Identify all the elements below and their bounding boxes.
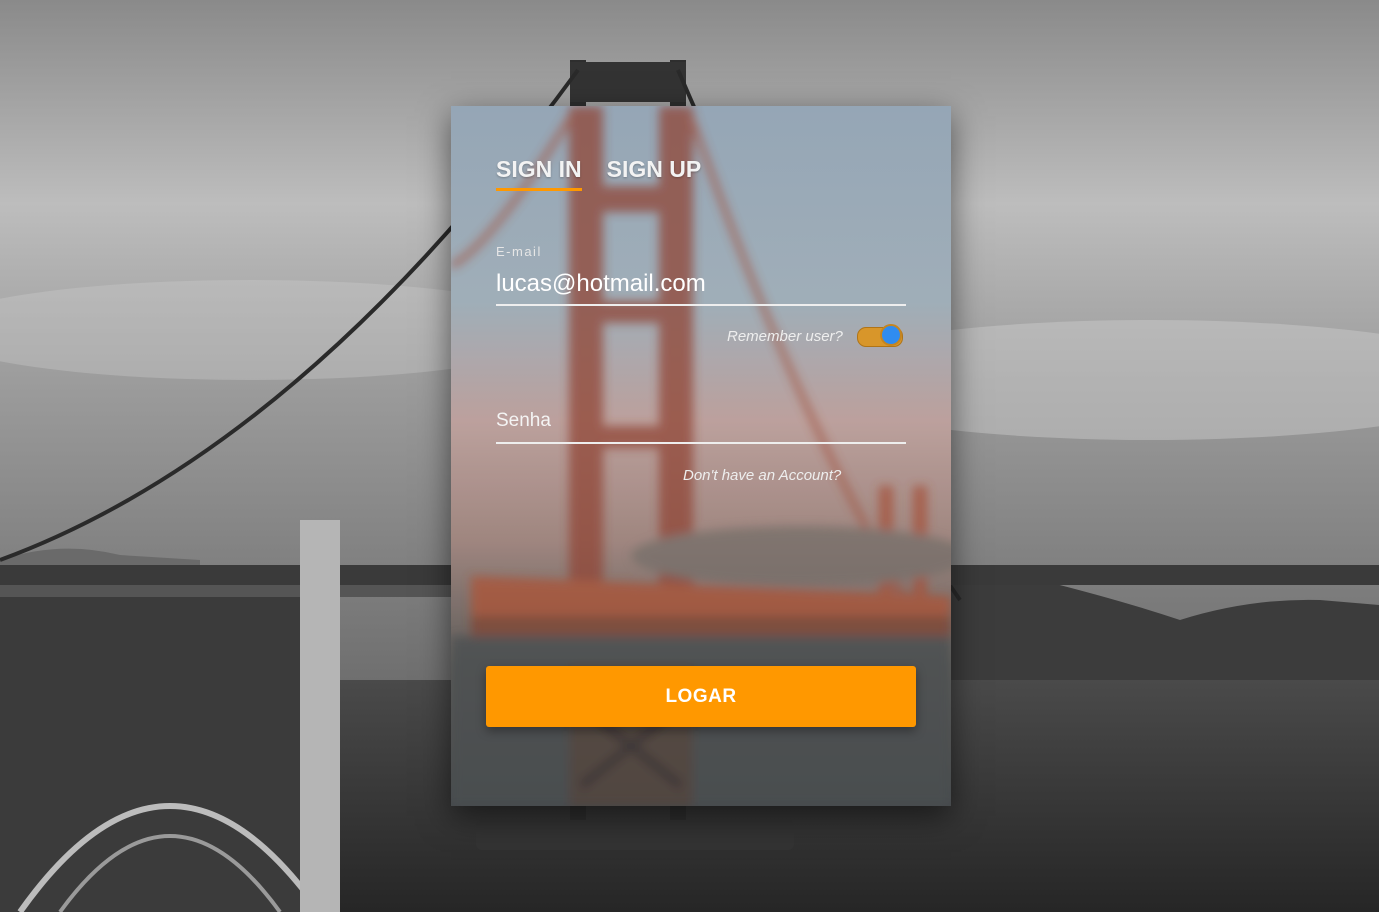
no-account-link[interactable]: Don't have an Account?	[683, 467, 841, 484]
login-card: SIGN IN SIGN UP E-mail Remember user? Do…	[451, 106, 951, 806]
tab-sign-in[interactable]: SIGN IN	[496, 156, 582, 191]
login-form: SIGN IN SIGN UP E-mail Remember user? Do…	[451, 106, 951, 806]
email-field[interactable]	[496, 270, 906, 298]
password-field-group	[496, 402, 906, 444]
password-field[interactable]	[496, 410, 906, 432]
remember-user-label: Remember user?	[727, 327, 843, 345]
login-button[interactable]: LOGAR	[486, 666, 916, 727]
toggle-knob	[879, 324, 902, 346]
login-page: SIGN IN SIGN UP E-mail Remember user? Do…	[0, 0, 1379, 912]
auth-tabs: SIGN IN SIGN UP	[496, 156, 701, 191]
remember-user-row: Remember user?	[727, 324, 903, 348]
email-field-group: E-mail	[496, 244, 906, 306]
remember-user-toggle[interactable]	[856, 324, 903, 348]
tab-sign-up[interactable]: SIGN UP	[607, 156, 702, 191]
email-label: E-mail	[496, 244, 542, 259]
